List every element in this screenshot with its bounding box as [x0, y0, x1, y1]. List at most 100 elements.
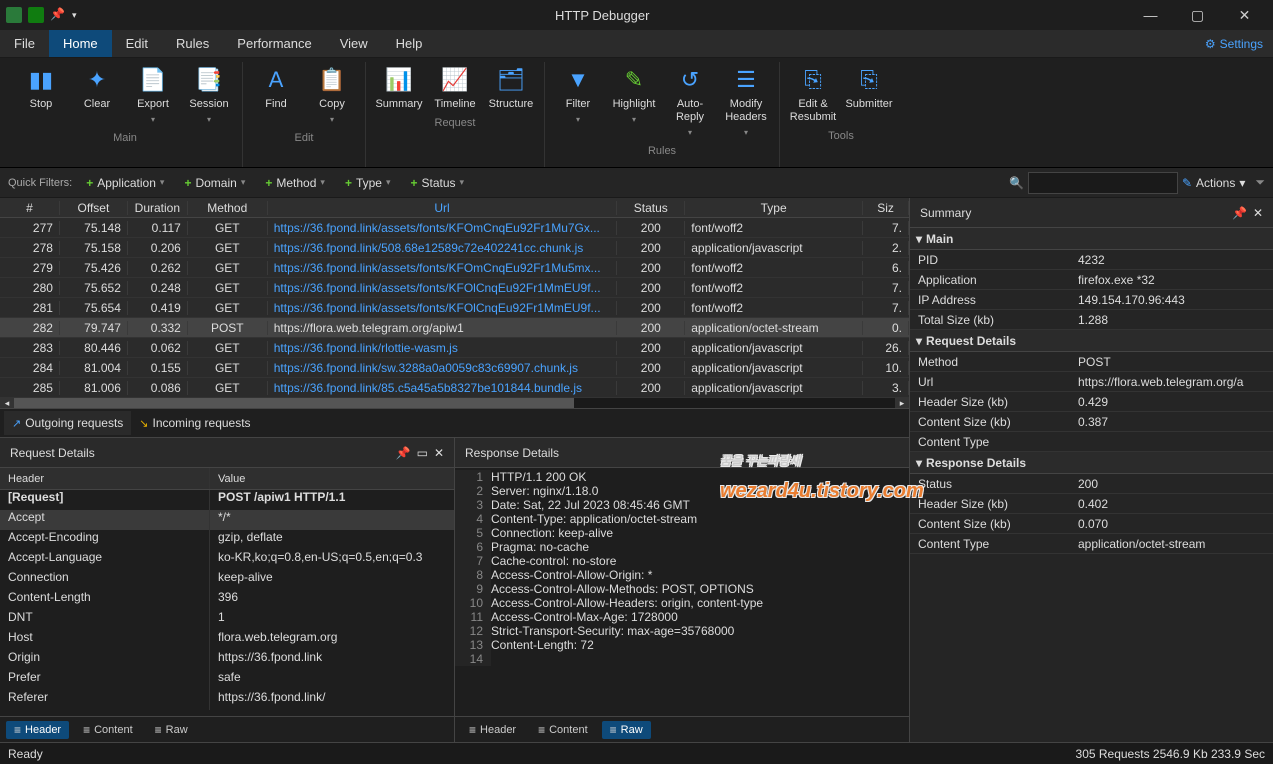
- quick-filters-bar: Quick Filters: + Application ▾+ Domain ▾…: [0, 168, 1273, 198]
- grid-col-duration[interactable]: Duration: [128, 201, 188, 215]
- ribbon-session-button[interactable]: 📑Session▾: [184, 62, 234, 128]
- view-tab-content[interactable]: ≡ Content: [530, 721, 596, 739]
- tab-outgoing[interactable]: ↗Outgoing requests: [4, 411, 131, 435]
- ribbon-filter-button[interactable]: ▼Filter▾: [553, 62, 603, 141]
- table-row[interactable]: 27775.1480.117GEThttps://36.fpond.link/a…: [0, 218, 909, 238]
- ribbon-structure-button[interactable]: 🗂Structure: [486, 62, 536, 113]
- view-tab-content[interactable]: ≡ Content: [75, 721, 141, 739]
- ribbon-edit-resubmit-button[interactable]: ⎘Edit & Resubmit: [788, 62, 838, 126]
- header-row[interactable]: Prefersafe: [0, 670, 454, 690]
- table-row[interactable]: 28581.0060.086GEThttps://36.fpond.link/8…: [0, 378, 909, 398]
- table-row[interactable]: 28279.7470.332POSThttps://flora.web.tele…: [0, 318, 909, 338]
- view-tab-header[interactable]: ≡ Header: [461, 721, 524, 739]
- menu-home[interactable]: Home: [49, 30, 112, 57]
- app-icon: [6, 7, 22, 23]
- ribbon-modify-headers-button[interactable]: ☰Modify Headers▾: [721, 62, 771, 141]
- summary-section-main[interactable]: ▾ Main: [910, 228, 1273, 250]
- grid-col-status[interactable]: Status: [617, 201, 685, 215]
- search-icon[interactable]: 🔍: [1009, 176, 1024, 190]
- ribbon-summary-button[interactable]: 📊Summary: [374, 62, 424, 113]
- window-title: HTTP Debugger: [77, 8, 1128, 23]
- header-row[interactable]: Hostflora.web.telegram.org: [0, 630, 454, 650]
- grid-col-url[interactable]: Url: [268, 201, 618, 215]
- grid-col-num[interactable]: #: [0, 201, 60, 215]
- header-row[interactable]: DNT1: [0, 610, 454, 630]
- header-row[interactable]: Accept-Languageko-KR,ko;q=0.8,en-US;q=0.…: [0, 550, 454, 570]
- summary-row: Applicationfirefox.exe *32: [910, 270, 1273, 290]
- menu-file[interactable]: File: [0, 30, 49, 57]
- grid-col-siz[interactable]: Siz: [863, 201, 909, 215]
- pin-icon[interactable]: 📌: [1232, 206, 1247, 220]
- copy-icon: 📋: [316, 64, 348, 96]
- header-row[interactable]: Accept*/*: [0, 510, 454, 530]
- scroll-left-icon[interactable]: ◂: [0, 398, 14, 408]
- view-tab-raw[interactable]: ≡ Raw: [147, 721, 196, 739]
- panel-close-icon[interactable]: ✕: [1253, 206, 1263, 220]
- chevron-down-icon: ▾: [916, 456, 922, 470]
- panel-close-icon[interactable]: ✕: [434, 446, 444, 460]
- ribbon-submitter-button[interactable]: ⎘Submitter: [844, 62, 894, 126]
- col-header[interactable]: Header: [0, 468, 210, 489]
- filter-domain-dropdown[interactable]: + Domain ▾: [184, 176, 245, 190]
- table-row[interactable]: 27875.1580.206GEThttps://36.fpond.link/5…: [0, 238, 909, 258]
- settings-link[interactable]: ⚙ Settings: [1195, 30, 1273, 57]
- ribbon-timeline-button[interactable]: 📈Timeline: [430, 62, 480, 113]
- response-line: 13Content-Length: 72: [455, 638, 909, 652]
- tab-incoming[interactable]: ↘Incoming requests: [131, 411, 258, 435]
- ribbon-copy-button[interactable]: 📋Copy▾: [307, 62, 357, 128]
- ribbon-highlight-button[interactable]: ✎Highlight▾: [609, 62, 659, 141]
- overflow-icon[interactable]: ⏷: [1255, 175, 1265, 190]
- table-row[interactable]: 28175.6540.419GEThttps://36.fpond.link/a…: [0, 298, 909, 318]
- menu-edit[interactable]: Edit: [112, 30, 162, 57]
- ribbon-find-button[interactable]: AFind: [251, 62, 301, 128]
- summary-section-request-details[interactable]: ▾ Request Details: [910, 330, 1273, 352]
- gear-icon: ⚙: [1205, 37, 1216, 51]
- summary-row: IP Address149.154.170.96:443: [910, 290, 1273, 310]
- header-row[interactable]: Content-Length396: [0, 590, 454, 610]
- close-button[interactable]: ✕: [1222, 1, 1267, 29]
- view-tab-header[interactable]: ≡ Header: [6, 721, 69, 739]
- left-column: #OffsetDurationMethodUrlStatusTypeSiz 27…: [0, 198, 910, 742]
- pin-icon[interactable]: 📌: [50, 7, 66, 23]
- pin-icon[interactable]: 📌: [396, 446, 411, 460]
- filter-application-dropdown[interactable]: + Application ▾: [86, 176, 164, 190]
- search-input[interactable]: [1028, 172, 1178, 194]
- maximize-button[interactable]: ▢: [1175, 1, 1220, 29]
- menu-performance[interactable]: Performance: [223, 30, 325, 57]
- header-row[interactable]: Connectionkeep-alive: [0, 570, 454, 590]
- header-row[interactable]: [Request]POST /apiw1 HTTP/1.1: [0, 490, 454, 510]
- header-row[interactable]: Accept-Encodinggzip, deflate: [0, 530, 454, 550]
- actions-dropdown[interactable]: ✎ Actions ▾: [1182, 176, 1245, 190]
- table-row[interactable]: 28075.6520.248GEThttps://36.fpond.link/a…: [0, 278, 909, 298]
- filter-type-dropdown[interactable]: + Type ▾: [345, 176, 391, 190]
- menu-view[interactable]: View: [326, 30, 382, 57]
- grid-h-scrollbar[interactable]: ◂ ▸: [0, 398, 909, 408]
- view-tab-raw[interactable]: ≡ Raw: [602, 721, 651, 739]
- grid-col-type[interactable]: Type: [685, 201, 863, 215]
- table-row[interactable]: 28380.4460.062GEThttps://36.fpond.link/r…: [0, 338, 909, 358]
- menu-help[interactable]: Help: [382, 30, 437, 57]
- table-row[interactable]: 28481.0040.155GEThttps://36.fpond.link/s…: [0, 358, 909, 378]
- grid-col-offset[interactable]: Offset: [60, 201, 128, 215]
- scroll-right-icon[interactable]: ▸: [895, 398, 909, 408]
- col-value[interactable]: Value: [210, 468, 454, 489]
- ribbon-clear-button[interactable]: ✦Clear: [72, 62, 122, 128]
- header-row[interactable]: Refererhttps://36.fpond.link/: [0, 690, 454, 710]
- menu-rules[interactable]: Rules: [162, 30, 223, 57]
- grid-col-method[interactable]: Method: [188, 201, 268, 215]
- table-row[interactable]: 27975.4260.262GEThttps://36.fpond.link/a…: [0, 258, 909, 278]
- ribbon-auto-reply-button[interactable]: ↺Auto-Reply▾: [665, 62, 715, 141]
- summary-row: Content Size (kb)0.070: [910, 514, 1273, 534]
- header-row[interactable]: Originhttps://36.fpond.link: [0, 650, 454, 670]
- minimize-button[interactable]: —: [1128, 1, 1173, 29]
- summary-section-response-details[interactable]: ▾ Response Details: [910, 452, 1273, 474]
- filter-status-dropdown[interactable]: + Status ▾: [411, 176, 465, 190]
- excel-icon[interactable]: [28, 7, 44, 23]
- response-line: 6Pragma: no-cache: [455, 540, 909, 554]
- ribbon-export-button[interactable]: 📄Export▾: [128, 62, 178, 128]
- ribbon-group-edit: Edit: [295, 132, 314, 144]
- dock-icon[interactable]: ▭: [417, 446, 428, 460]
- ribbon-stop-button[interactable]: ▮▮Stop: [16, 62, 66, 128]
- scroll-thumb[interactable]: [14, 398, 574, 408]
- filter-method-dropdown[interactable]: + Method ▾: [265, 176, 325, 190]
